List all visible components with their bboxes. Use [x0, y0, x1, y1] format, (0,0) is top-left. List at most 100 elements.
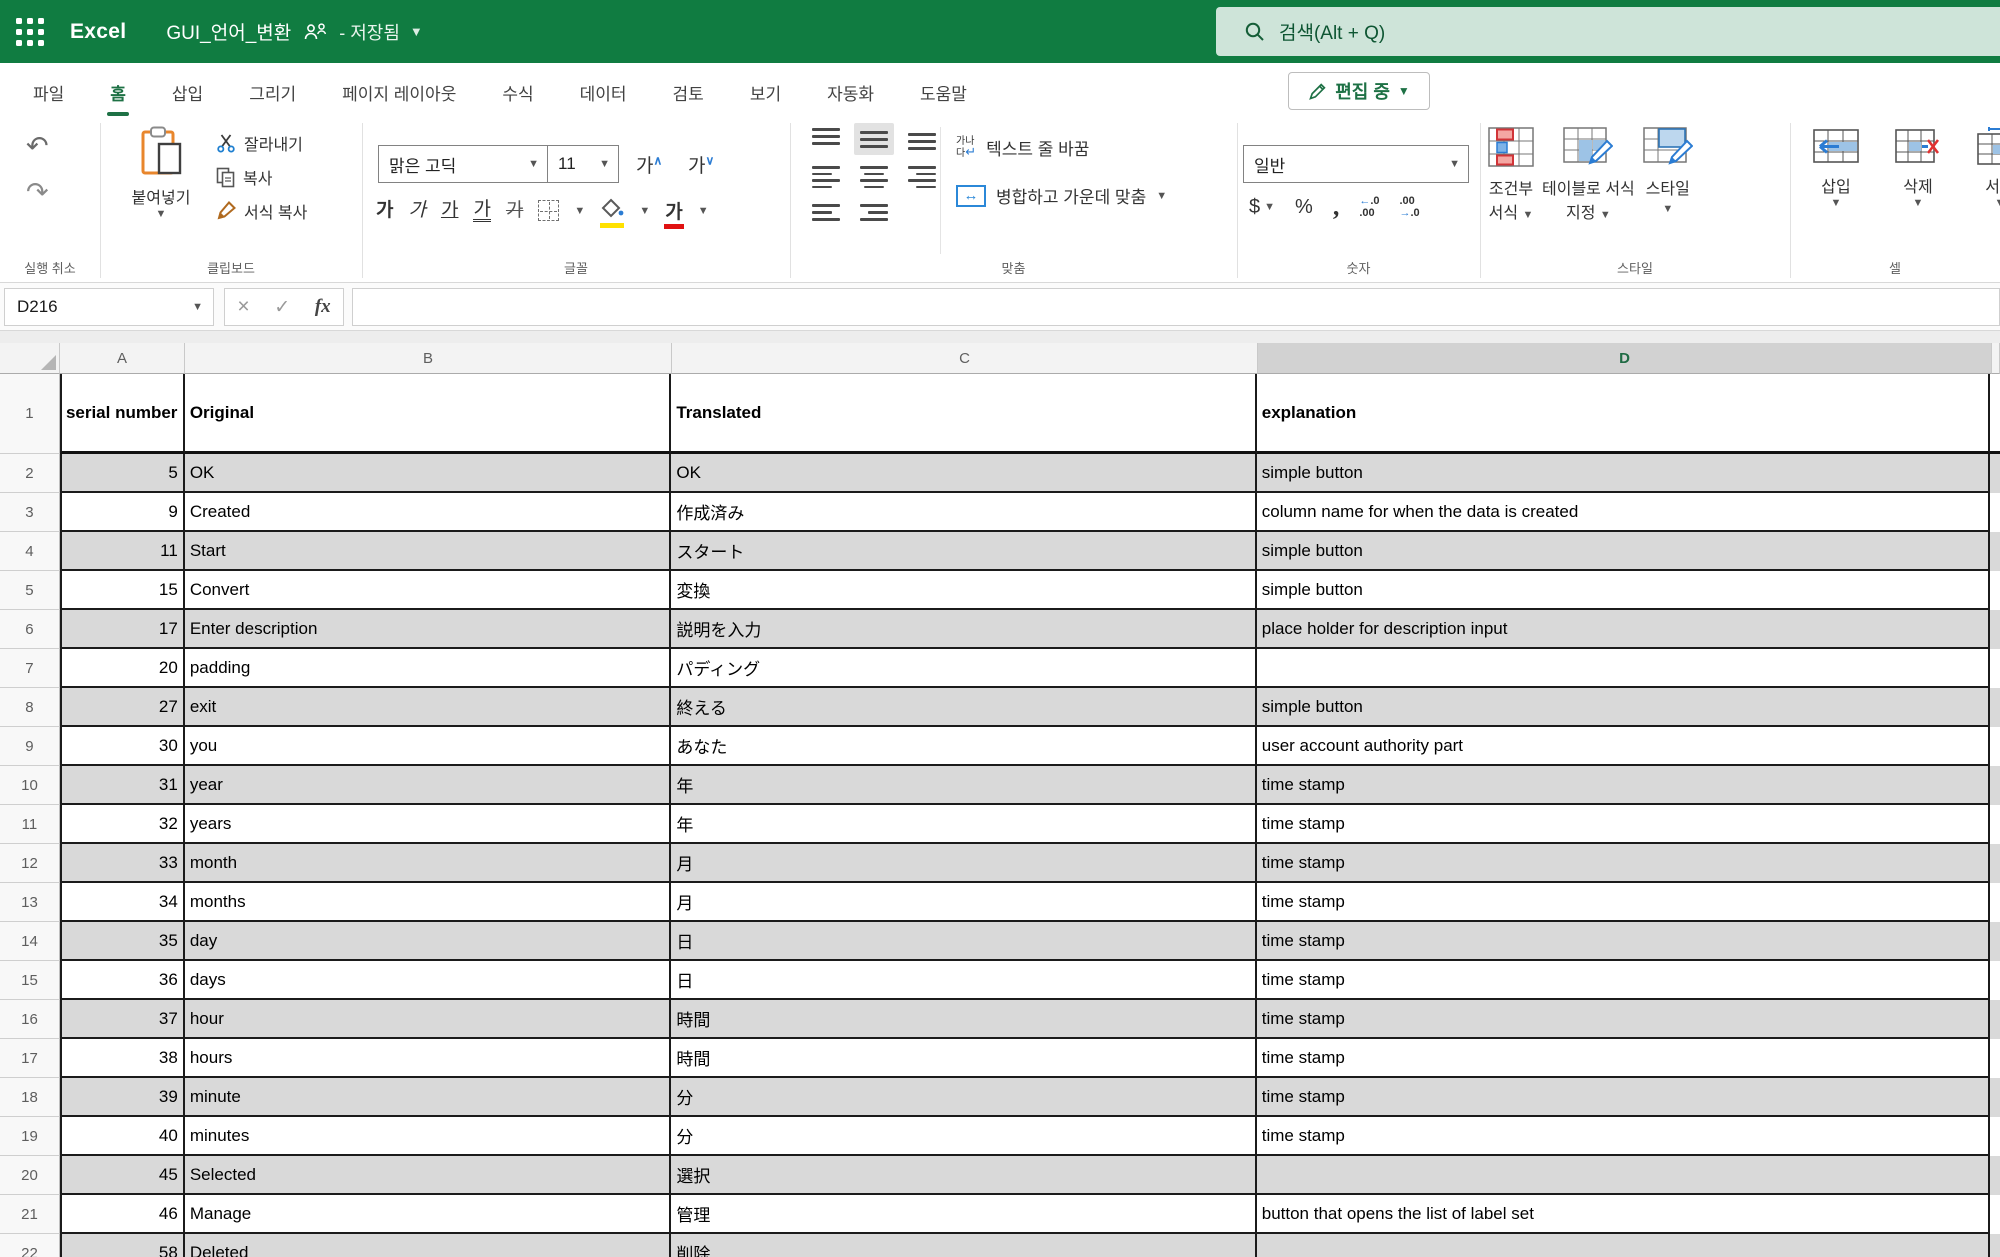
- cell-serial[interactable]: 9: [60, 493, 185, 532]
- cell-translated[interactable]: 説明を入力: [671, 610, 1256, 649]
- save-status[interactable]: - 저장됨: [339, 19, 400, 45]
- tab-help[interactable]: 도움말: [897, 63, 990, 121]
- align-center-button[interactable]: [854, 161, 894, 193]
- cell-explanation[interactable]: time stamp: [1257, 922, 1990, 961]
- cell-serial[interactable]: 37: [60, 1000, 185, 1039]
- column-header-b[interactable]: B: [185, 343, 672, 374]
- cell-styles-button[interactable]: 스타일 ▼: [1643, 127, 1693, 223]
- row-number[interactable]: 15: [0, 961, 60, 1000]
- cell-serial[interactable]: 45: [60, 1156, 185, 1195]
- cell-original[interactable]: year: [185, 766, 672, 805]
- cell-extra[interactable]: [1990, 571, 2000, 610]
- row-number[interactable]: 4: [0, 532, 60, 571]
- cell-explanation[interactable]: time stamp: [1257, 805, 1990, 844]
- shared-people-icon[interactable]: [303, 23, 329, 41]
- cell-translated[interactable]: 選択: [671, 1156, 1256, 1195]
- cell-explanation[interactable]: button that opens the list of label set: [1257, 1195, 1990, 1234]
- cell-explanation[interactable]: simple button: [1257, 688, 1990, 727]
- tab-draw[interactable]: 그리기: [226, 63, 319, 121]
- cell-original[interactable]: hours: [185, 1039, 672, 1078]
- row-number[interactable]: 11: [0, 805, 60, 844]
- align-middle-button[interactable]: [854, 123, 894, 155]
- cell-translated[interactable]: 作成済み: [671, 493, 1256, 532]
- column-header-c[interactable]: C: [672, 343, 1258, 374]
- cell-serial[interactable]: 33: [60, 844, 185, 883]
- cell-extra[interactable]: [1990, 883, 2000, 922]
- cell-serial[interactable]: 27: [60, 688, 185, 727]
- cell-explanation[interactable]: [1257, 1234, 1990, 1257]
- cell-serial[interactable]: 46: [60, 1195, 185, 1234]
- number-format-select[interactable]: 일반 ▼: [1243, 145, 1469, 183]
- cell-serial[interactable]: 32: [60, 805, 185, 844]
- app-name[interactable]: Excel: [70, 20, 126, 44]
- cell-translated[interactable]: スタート: [671, 532, 1256, 571]
- insert-function-icon[interactable]: fx: [315, 296, 331, 318]
- row-number[interactable]: 10: [0, 766, 60, 805]
- cell-original[interactable]: exit: [185, 688, 672, 727]
- cell-extra[interactable]: [1990, 922, 2000, 961]
- cell-original[interactable]: hour: [185, 1000, 672, 1039]
- cell-extra[interactable]: [1990, 649, 2000, 688]
- percent-format-button[interactable]: %: [1295, 196, 1313, 219]
- column-header-d[interactable]: D: [1258, 343, 1992, 374]
- cell-original[interactable]: Start: [185, 532, 672, 571]
- cell-extra[interactable]: [1990, 1195, 2000, 1234]
- cell-original[interactable]: Manage: [185, 1195, 672, 1234]
- cell-translated[interactable]: OK: [671, 454, 1256, 493]
- cell-original[interactable]: Convert: [185, 571, 672, 610]
- tab-insert[interactable]: 삽입: [149, 63, 226, 121]
- shrink-font-button[interactable]: 가∨: [688, 151, 714, 178]
- cell-original[interactable]: minutes: [185, 1117, 672, 1156]
- cell-translated[interactable]: 管理: [671, 1195, 1256, 1234]
- cell-extra[interactable]: [1990, 727, 2000, 766]
- editing-mode-button[interactable]: 편집 중 ▼: [1288, 72, 1430, 110]
- save-status-chevron-icon[interactable]: ▼: [410, 24, 423, 39]
- row-number[interactable]: 16: [0, 1000, 60, 1039]
- cell-explanation[interactable]: time stamp: [1257, 1117, 1990, 1156]
- borders-chevron-icon[interactable]: ▼: [574, 205, 585, 217]
- cell-translated[interactable]: 月: [671, 883, 1256, 922]
- cell-extra[interactable]: [1990, 805, 2000, 844]
- cell-explanation[interactable]: simple button: [1257, 454, 1990, 493]
- cell-serial[interactable]: 30: [60, 727, 185, 766]
- cell-translated[interactable]: 月: [671, 844, 1256, 883]
- decrease-indent-button[interactable]: [806, 199, 846, 231]
- cell-explanation[interactable]: user account authority part: [1257, 727, 1990, 766]
- cell-explanation[interactable]: time stamp: [1257, 961, 1990, 1000]
- cell-serial[interactable]: 36: [60, 961, 185, 1000]
- formula-input[interactable]: [352, 288, 2000, 326]
- cell-extra[interactable]: [1990, 1078, 2000, 1117]
- cell-original[interactable]: Selected: [185, 1156, 672, 1195]
- conditional-formatting-button[interactable]: 조건부 서식 ▼: [1488, 127, 1534, 223]
- search-input[interactable]: 검색(Alt + Q): [1216, 7, 2000, 56]
- grow-font-button[interactable]: 가∧: [636, 151, 662, 178]
- font-size-select[interactable]: 11 ▼: [547, 145, 619, 183]
- cell-translated[interactable]: 終える: [671, 688, 1256, 727]
- cell-extra[interactable]: [1990, 1156, 2000, 1195]
- cell-translated[interactable]: 分: [671, 1117, 1256, 1156]
- format-as-table-button[interactable]: 테이블로 서식 지정 ▼: [1542, 127, 1635, 223]
- cell-extra[interactable]: [1990, 454, 2000, 493]
- cell-extra[interactable]: [1990, 532, 2000, 571]
- cell-explanation[interactable]: time stamp: [1257, 1039, 1990, 1078]
- cell-translated[interactable]: 削除: [671, 1234, 1256, 1257]
- wrap-text-button[interactable]: 가나 다↵ 텍스트 줄 바꿈: [956, 135, 1089, 160]
- paste-button[interactable]: 붙여넣기 ▼: [112, 125, 210, 253]
- cell-serial[interactable]: 40: [60, 1117, 185, 1156]
- cell-original[interactable]: Deleted: [185, 1234, 672, 1257]
- cell-translated[interactable]: 年: [671, 805, 1256, 844]
- cell-original[interactable]: minute: [185, 1078, 672, 1117]
- cell-extra[interactable]: [1990, 374, 2000, 454]
- cell-serial[interactable]: 5: [60, 454, 185, 493]
- cancel-entry-icon[interactable]: ×: [237, 295, 249, 319]
- cell-serial[interactable]: 20: [60, 649, 185, 688]
- cell-explanation[interactable]: column name for when the data is created: [1257, 493, 1990, 532]
- cell-explanation[interactable]: time stamp: [1257, 766, 1990, 805]
- tab-automate[interactable]: 자동화: [804, 63, 897, 121]
- cell-original[interactable]: padding: [185, 649, 672, 688]
- cell-explanation[interactable]: [1257, 1156, 1990, 1195]
- row-number[interactable]: 14: [0, 922, 60, 961]
- row-number[interactable]: 22: [0, 1234, 60, 1257]
- name-box[interactable]: D216 ▼: [4, 288, 214, 326]
- cell-extra[interactable]: [1990, 1234, 2000, 1257]
